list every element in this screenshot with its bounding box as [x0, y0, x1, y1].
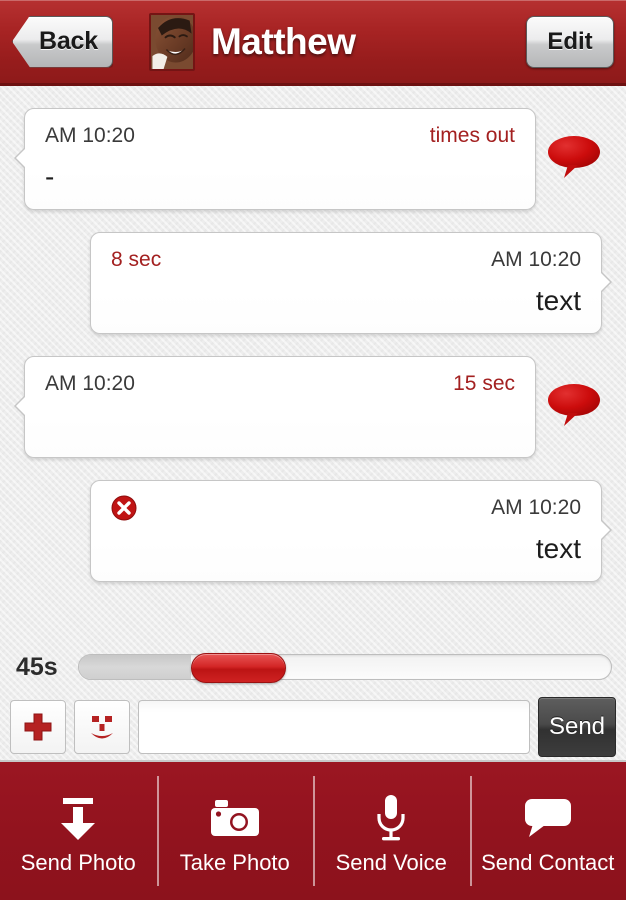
message-status-text: times out: [429, 124, 515, 147]
toolbar-item-label: Send Voice: [335, 850, 447, 875]
message-input-bar: Send: [0, 694, 626, 760]
smiley-icon: [84, 709, 120, 745]
bottom-toolbar: Send Photo Take Photo Send Voice Send Co…: [0, 760, 626, 900]
message-bubble[interactable]: AM 10:20 15 sec: [14, 356, 536, 458]
message-meta: 8 sec AM 10:20: [111, 247, 581, 273]
edit-button[interactable]: Edit: [526, 15, 614, 68]
duration-slider-label: 45s: [16, 652, 58, 681]
download-arrow-icon: [55, 792, 101, 844]
toolbar-item-take-photo[interactable]: Take Photo: [156, 762, 314, 900]
slider-thumb[interactable]: [190, 653, 287, 683]
app-header: Back Matthew Edit: [0, 0, 626, 86]
emoji-button[interactable]: [74, 700, 130, 754]
chat-bubble-icon: [523, 792, 573, 844]
message-timestamp: AM 10:20: [491, 496, 581, 519]
send-button-label: Send: [548, 713, 606, 740]
toolbar-item-send-voice[interactable]: Send Voice: [313, 762, 470, 900]
toolbar-item-label: Send Photo: [20, 850, 136, 875]
message-list[interactable]: AM 10:20 times out - 8 sec AM 10:20 text…: [0, 86, 626, 644]
toolbar-item-send-photo[interactable]: Send Photo: [0, 762, 157, 900]
speech-bubble-icon[interactable]: [544, 132, 604, 180]
message-row: AM 10:20 text: [0, 480, 626, 582]
message-bubble[interactable]: 8 sec AM 10:20 text: [90, 232, 612, 334]
slider-fill: [79, 655, 191, 679]
send-button[interactable]: Send: [538, 697, 616, 757]
message-body: -: [45, 161, 55, 192]
message-duration: 8 sec: [111, 248, 162, 271]
message-row: AM 10:20 times out -: [0, 108, 626, 210]
toolbar-item-send-contact[interactable]: Send Contact: [469, 762, 626, 900]
edit-button-label: Edit: [547, 27, 593, 55]
message-bubble[interactable]: AM 10:20 text: [90, 480, 612, 582]
back-button[interactable]: Back: [12, 15, 113, 68]
message-timestamp: AM 10:20: [45, 372, 135, 395]
message-timestamp: AM 10:20: [491, 248, 581, 271]
toolbar-item-label: Take Photo: [179, 850, 290, 875]
message-meta: AM 10:20 15 sec: [45, 371, 515, 397]
message-bubble[interactable]: AM 10:20 times out -: [14, 108, 536, 210]
add-attachment-button[interactable]: [10, 700, 66, 754]
message-body: [45, 409, 515, 443]
back-button-label: Back: [39, 27, 98, 55]
camera-icon: [209, 792, 261, 844]
microphone-icon: [373, 792, 409, 844]
plus-icon: [21, 710, 55, 744]
message-body: text: [535, 533, 581, 564]
duration-slider[interactable]: [78, 653, 612, 683]
message-error-status: [111, 495, 137, 521]
chat-screen: Back Matthew Edit AM 10:20 times out - 8…: [0, 0, 626, 900]
duration-slider-row: 45s: [0, 644, 626, 690]
toolbar-item-label: Send Contact: [481, 850, 615, 875]
error-circle-x-icon[interactable]: [111, 495, 137, 521]
message-body: text: [535, 285, 581, 316]
message-meta: AM 10:20: [111, 495, 581, 521]
message-row: 8 sec AM 10:20 text: [0, 232, 626, 334]
page-title: Matthew: [210, 20, 356, 62]
speech-bubble-icon[interactable]: [544, 380, 604, 428]
avatar[interactable]: [148, 12, 195, 71]
message-timestamp: AM 10:20: [45, 124, 135, 147]
message-meta: AM 10:20 times out: [45, 123, 515, 149]
message-input[interactable]: [138, 700, 530, 754]
message-duration: 15 sec: [453, 372, 515, 395]
avatar-photo: [150, 14, 193, 69]
message-row: AM 10:20 15 sec: [0, 356, 626, 458]
